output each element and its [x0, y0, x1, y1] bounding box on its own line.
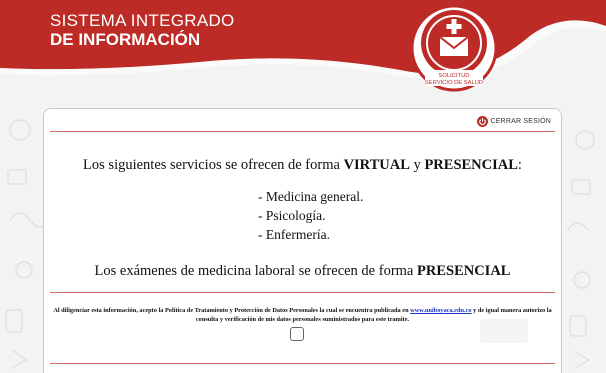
logout-label[interactable]: CERRAR SESIÓN — [490, 118, 551, 125]
mode-presencial: PRESENCIAL — [424, 157, 518, 173]
intro-text: Los siguientes servicios se ofrecen de f… — [83, 157, 344, 173]
brand-line-2: DE INFORMACIÓN — [50, 30, 201, 49]
services-list: - Medicina general. - Psicología. - Enfe… — [258, 187, 363, 244]
logo-label-line2: SERVICIO DE SALUD — [425, 80, 483, 86]
list-item: - Psicología. — [258, 208, 326, 223]
intro-suffix: : — [517, 157, 522, 173]
divider — [50, 131, 555, 132]
service-request-logo[interactable]: SOLICITUD SERVICIO DE SALUD — [409, 3, 499, 93]
submit-button[interactable] — [480, 319, 528, 343]
exams-mode: PRESENCIAL — [417, 263, 511, 279]
logo-label-line1: SOLICITUD — [439, 73, 470, 79]
logout-button[interactable]: CERRAR SESIÓN — [477, 116, 551, 127]
mode-virtual: VIRTUAL — [343, 157, 410, 173]
policy-link[interactable]: www.uniboyaca.edu.co — [410, 307, 471, 314]
divider — [50, 363, 555, 364]
list-item: - Medicina general. — [258, 189, 364, 204]
consent-checkbox[interactable] — [290, 327, 304, 341]
content-card: CERRAR SESIÓN Los siguientes servicios s… — [43, 108, 562, 373]
intro-conj: y — [409, 157, 425, 173]
policy-text-before: Al diligenciar esta información, acepto … — [53, 307, 411, 314]
brand-line-1: SISTEMA INTEGRADO — [50, 11, 235, 30]
services-intro: Los siguientes servicios se ofrecen de f… — [44, 157, 561, 174]
exams-text: Los exámenes de medicina laboral se ofre… — [94, 263, 417, 279]
divider — [50, 292, 555, 293]
list-item: - Enfermería. — [258, 227, 330, 242]
exams-note: Los exámenes de medicina laboral se ofre… — [44, 263, 561, 280]
power-icon[interactable] — [477, 116, 489, 127]
brand-title: SISTEMA INTEGRADO DE INFORMACIÓN — [50, 11, 235, 49]
